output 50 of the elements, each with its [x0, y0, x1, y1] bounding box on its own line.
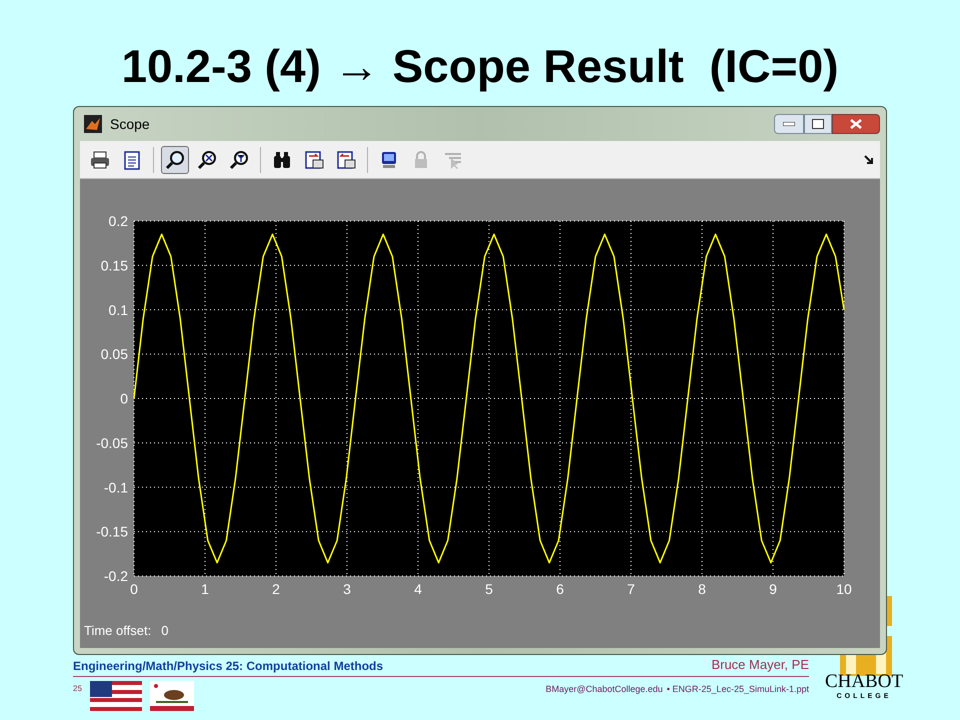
- maximize-icon: [812, 119, 824, 129]
- file-name: • ENGR-25_Lec-25_SimuLink-1.ppt: [666, 682, 809, 696]
- x-tick-label: 9: [769, 581, 777, 597]
- app-icon: [84, 115, 102, 133]
- zoom-y-icon: [229, 150, 249, 170]
- x-tick-label: 6: [556, 581, 564, 597]
- y-tick-label: -0.15: [96, 524, 128, 540]
- clipboard-icon: [122, 150, 142, 170]
- email-address: BMayer@ChabotCollege.edu: [546, 682, 663, 696]
- save-axes-icon: [304, 150, 324, 170]
- x-tick-label: 1: [201, 581, 209, 597]
- y-tick-label: 0: [120, 390, 128, 406]
- printer-icon: [90, 150, 110, 170]
- flag-icon: [150, 680, 194, 710]
- flag-icon: [90, 680, 142, 710]
- arrow-icon: [864, 154, 874, 164]
- zoom-x-icon: [197, 150, 217, 170]
- close-button[interactable]: [832, 114, 880, 134]
- minimize-button[interactable]: [774, 114, 804, 134]
- y-tick-label: -0.05: [96, 434, 128, 451]
- close-icon: [850, 119, 862, 129]
- window-title: Scope: [110, 114, 150, 134]
- x-tick-label: 7: [627, 581, 635, 597]
- restore-axes-icon: [336, 150, 356, 170]
- y-tick-label: 0.1: [108, 302, 128, 318]
- x-tick-label: 5: [485, 581, 493, 597]
- logo-text: CHABOT: [824, 672, 904, 692]
- y-tick-label: -0.2: [104, 568, 128, 584]
- author-name: Bruce Mayer, PE: [711, 656, 809, 674]
- slide-title: 10.2-3 (4) → Scope Result (IC=0): [121, 39, 839, 94]
- zoom-icon: [165, 150, 185, 170]
- page-number: 25: [73, 682, 82, 694]
- x-tick-label: 10: [836, 581, 852, 597]
- maximize-button[interactable]: [804, 114, 832, 134]
- y-tick-label: -0.1: [104, 479, 128, 496]
- x-tick-label: 8: [698, 581, 706, 597]
- time-offset-label: Time offset:: [84, 622, 152, 640]
- time-offset-value: 0: [161, 622, 168, 640]
- binoculars-icon: [272, 150, 292, 170]
- x-tick-label: 3: [343, 581, 351, 597]
- minimize-icon: [783, 122, 795, 126]
- x-tick-label: 2: [272, 581, 280, 597]
- y-tick-label: 0.2: [108, 213, 128, 229]
- y-tick-label: 0.15: [100, 257, 128, 274]
- x-tick-label: 0: [130, 581, 138, 597]
- monitor-icon: [379, 150, 399, 170]
- course-title: Engineering/Math/Physics 25: Computational Methods: [73, 658, 384, 674]
- toolbar-button[interactable]: [161, 146, 189, 174]
- y-tick-label: 0.05: [100, 346, 128, 362]
- x-tick-label: 4: [414, 581, 422, 597]
